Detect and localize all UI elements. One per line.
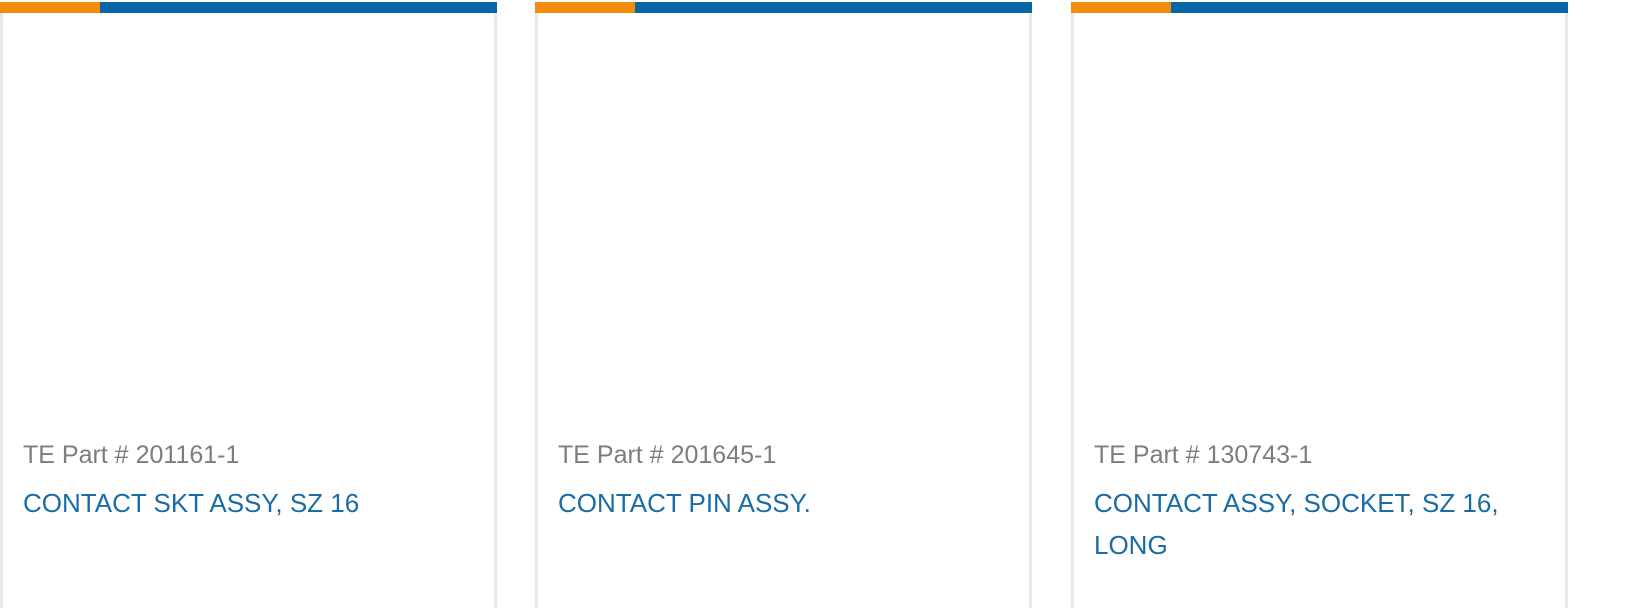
accent-blue-segment (635, 2, 1032, 13)
accent-orange-segment (0, 2, 100, 13)
card-accent-bar (535, 2, 1032, 13)
product-image[interactable] (3, 13, 494, 413)
part-number-value: 201645-1 (670, 441, 777, 469)
part-number: TE Part #201645-1 (558, 440, 1009, 470)
card-accent-bar (1071, 2, 1568, 13)
product-image[interactable] (1074, 13, 1565, 413)
part-number: TE Part #130743-1 (1094, 440, 1545, 470)
accent-blue-segment (100, 2, 497, 13)
accent-blue-segment (1171, 2, 1568, 13)
product-title-link[interactable]: CONTACT SKT ASSY, SZ 16 (23, 482, 474, 524)
accent-orange-segment (1071, 2, 1171, 13)
part-number-prefix: TE Part # (1094, 441, 1200, 469)
accent-orange-segment (535, 2, 635, 13)
part-number-value: 130743-1 (1206, 441, 1313, 469)
product-title-link[interactable]: CONTACT ASSY, SOCKET, SZ 16, LONG (1094, 482, 1545, 566)
product-card[interactable]: TE Part #130743-1 CONTACT ASSY, SOCKET, … (1071, 2, 1568, 608)
product-card[interactable]: TE Part #201645-1 CONTACT PIN ASSY. (535, 2, 1032, 608)
part-number: TE Part #201161-1 (23, 440, 474, 470)
product-image[interactable] (538, 13, 1029, 413)
part-number-prefix: TE Part # (23, 441, 129, 469)
product-card[interactable]: TE Part #201161-1 CONTACT SKT ASSY, SZ 1… (0, 2, 497, 608)
product-title-link[interactable]: CONTACT PIN ASSY. (558, 482, 1009, 524)
part-number-value: 201161-1 (135, 441, 240, 469)
part-number-prefix: TE Part # (558, 441, 664, 469)
card-accent-bar (0, 2, 497, 13)
